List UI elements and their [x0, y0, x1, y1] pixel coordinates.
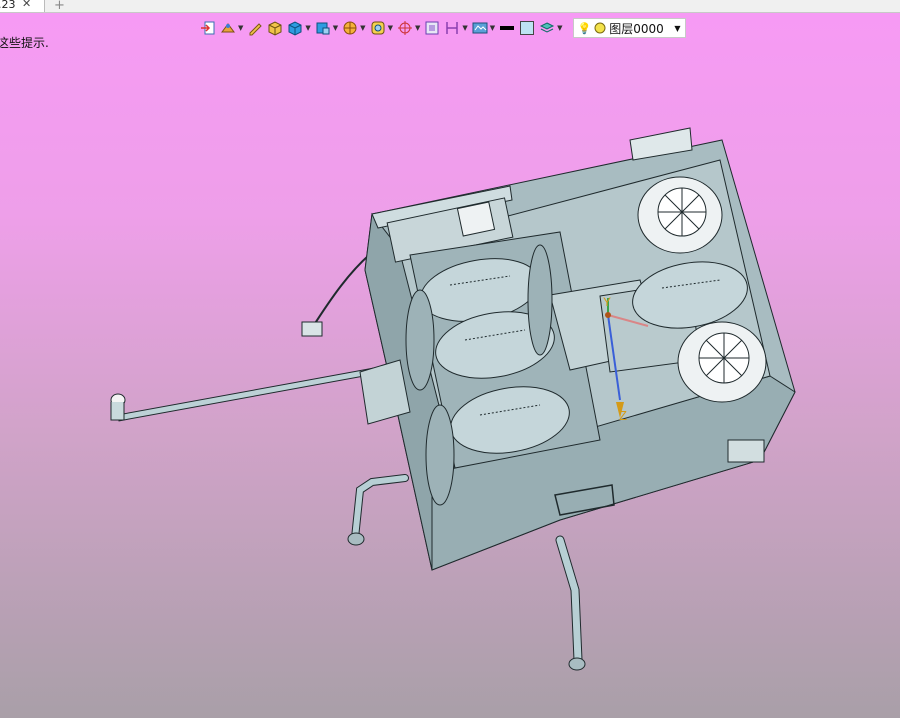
cad-viewport[interactable]: Y Z [0, 0, 900, 718]
axis-label-y: Y [603, 295, 611, 309]
axis-label-z: Z [619, 408, 627, 423]
model-assembly [110, 127, 796, 671]
